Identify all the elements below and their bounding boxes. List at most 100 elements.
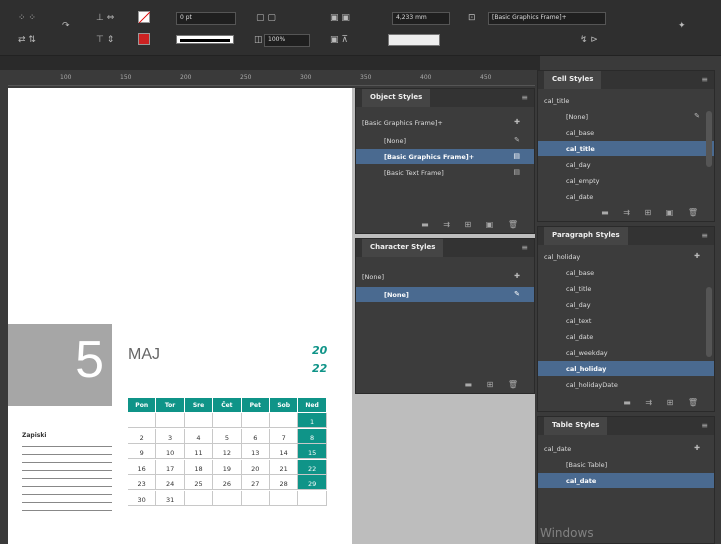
frame-fitting-icon[interactable]: ⊡ bbox=[468, 12, 476, 24]
text-wrap-icon[interactable]: ▣ ▣ bbox=[330, 12, 350, 24]
transform-icon[interactable]: ⇄ ⇅ bbox=[18, 34, 36, 46]
calendar-cell[interactable]: 3 bbox=[156, 428, 185, 444]
style-item-selected[interactable]: [None] bbox=[356, 287, 534, 302]
style-item[interactable]: [Basic Text Frame] bbox=[356, 165, 534, 180]
calendar-cell[interactable]: 25 bbox=[184, 475, 214, 490]
scrollbar[interactable] bbox=[706, 111, 712, 167]
table-styles-tab[interactable]: Table Styles bbox=[544, 417, 608, 435]
object-style-dropdown[interactable]: [Basic Graphics Frame]+ bbox=[488, 12, 606, 25]
calendar-cell[interactable]: 14 bbox=[270, 444, 299, 459]
calendar-cell[interactable]: 4 bbox=[184, 428, 214, 444]
rotate-icon[interactable]: ↷ bbox=[62, 20, 70, 32]
calendar-cell[interactable]: 15 bbox=[298, 444, 327, 459]
panel-footer[interactable]: ▬ ⊞ 🗑 bbox=[356, 377, 534, 393]
calendar-cell[interactable]: 19 bbox=[213, 459, 242, 475]
day-block[interactable]: 5 bbox=[8, 324, 112, 406]
calendar-cell[interactable] bbox=[184, 490, 214, 506]
calendar-cell[interactable]: 8 bbox=[298, 428, 327, 444]
calendar-cell[interactable]: 31 bbox=[156, 490, 185, 506]
style-item-selected[interactable]: cal_holiday bbox=[538, 361, 714, 376]
calendar-cell[interactable] bbox=[156, 413, 185, 428]
style-item[interactable]: cal_holidayDate bbox=[538, 377, 714, 392]
new-style-icon[interactable]: ✚ bbox=[694, 252, 700, 260]
style-item[interactable]: cal_date bbox=[538, 189, 714, 204]
calendar-cell[interactable]: 30 bbox=[128, 490, 157, 506]
style-item[interactable]: cal_base bbox=[538, 125, 714, 140]
calendar-cell[interactable]: 13 bbox=[241, 444, 270, 459]
calendar-cell[interactable]: 28 bbox=[270, 475, 299, 490]
calendar-cell[interactable] bbox=[184, 413, 214, 428]
calendar-cell[interactable] bbox=[128, 413, 157, 428]
calendar-cell[interactable]: 22 bbox=[298, 459, 327, 475]
calendar-cell[interactable]: 17 bbox=[156, 459, 185, 475]
calendar-cell[interactable]: 26 bbox=[213, 475, 242, 490]
align-icon[interactable]: ▣ ⊼ bbox=[330, 34, 348, 46]
stroke-type-dropdown[interactable] bbox=[176, 35, 234, 44]
calendar-cell[interactable] bbox=[241, 413, 270, 428]
calendar-cell[interactable] bbox=[213, 413, 242, 428]
style-item[interactable]: cal_title bbox=[538, 281, 714, 296]
style-item[interactable]: cal_date bbox=[538, 329, 714, 344]
style-item[interactable]: [Basic Table] bbox=[538, 457, 714, 472]
panel-footer[interactable]: ▬ ⇉ ⊞ 🗑 bbox=[538, 395, 714, 411]
object-styles-tab[interactable]: Object Styles bbox=[362, 89, 431, 107]
style-item-selected[interactable]: [Basic Graphics Frame]+ bbox=[356, 149, 534, 164]
style-item[interactable]: cal_day bbox=[538, 297, 714, 312]
panel-menu-icon[interactable]: ≡ bbox=[521, 243, 528, 252]
pin-icon[interactable]: ✦ bbox=[678, 20, 686, 32]
corner-options-icon[interactable]: ▢ ▢ bbox=[256, 12, 276, 24]
calendar-cell[interactable]: 7 bbox=[270, 428, 299, 444]
flip-horizontal-icon[interactable]: ⊥ ⇔ bbox=[96, 12, 114, 24]
panel-menu-icon[interactable]: ≡ bbox=[521, 93, 528, 102]
panel-menu-icon[interactable]: ≡ bbox=[701, 231, 708, 240]
calendar-cell[interactable] bbox=[213, 490, 242, 506]
calendar-cell[interactable]: 5 bbox=[213, 428, 242, 444]
calendar-cell[interactable]: 12 bbox=[213, 444, 242, 459]
calendar-cell[interactable]: 9 bbox=[128, 444, 157, 459]
quick-apply-icon[interactable]: ↯ ⊳ bbox=[580, 34, 598, 46]
calendar-cell[interactable]: 6 bbox=[241, 428, 270, 444]
panel-menu-icon[interactable]: ≡ bbox=[701, 75, 708, 84]
paragraph-styles-tab[interactable]: Paragraph Styles bbox=[544, 227, 628, 245]
calendar-cell[interactable]: 2 bbox=[128, 428, 157, 444]
calendar-cell[interactable] bbox=[270, 490, 299, 506]
calendar-cell[interactable]: 1 bbox=[298, 413, 327, 428]
calendar-cell[interactable]: 20 bbox=[241, 459, 270, 475]
calendar-cell[interactable]: 18 bbox=[184, 459, 214, 475]
calendar-cell[interactable]: 16 bbox=[128, 459, 157, 475]
calendar-cell[interactable] bbox=[270, 413, 299, 428]
flip-vertical-icon[interactable]: ⊤ ⇕ bbox=[96, 34, 114, 46]
calendar-cell[interactable]: 11 bbox=[184, 444, 214, 459]
calendar-cell[interactable]: 29 bbox=[298, 475, 327, 490]
style-item-selected[interactable]: cal_date bbox=[538, 473, 714, 488]
cell-styles-tab[interactable]: Cell Styles bbox=[544, 71, 602, 89]
stroke-swatch[interactable] bbox=[138, 33, 150, 45]
character-styles-tab[interactable]: Character Styles bbox=[362, 239, 444, 257]
calendar-cell[interactable] bbox=[298, 490, 327, 506]
style-item[interactable]: cal_weekday bbox=[538, 345, 714, 360]
opacity-icon[interactable]: ◫ bbox=[254, 34, 263, 46]
color-field[interactable] bbox=[388, 34, 440, 46]
calendar-cell[interactable]: 23 bbox=[128, 475, 157, 490]
style-item[interactable]: cal_day bbox=[538, 157, 714, 172]
opacity-field[interactable]: 100% bbox=[264, 34, 310, 47]
fill-swatch[interactable] bbox=[138, 11, 151, 24]
reference-point-icon[interactable]: ⁘ ⁘ bbox=[18, 12, 36, 24]
new-style-icon[interactable]: ✚ bbox=[514, 118, 520, 126]
style-item[interactable]: cal_text bbox=[538, 313, 714, 328]
calendar-cell[interactable]: 27 bbox=[241, 475, 270, 490]
panel-footer[interactable]: ▬ ⇉ ⊞ ▣ 🗑 bbox=[538, 205, 714, 221]
style-item[interactable]: cal_base bbox=[538, 265, 714, 280]
style-item-selected[interactable]: cal_title bbox=[538, 141, 714, 156]
scrollbar[interactable] bbox=[706, 287, 712, 357]
panel-menu-icon[interactable]: ≡ bbox=[701, 421, 708, 430]
width-field[interactable]: 4,233 mm bbox=[392, 12, 450, 25]
new-style-icon[interactable]: ✚ bbox=[514, 272, 520, 280]
calendar-cell[interactable] bbox=[241, 490, 270, 506]
calendar-cell[interactable]: 10 bbox=[156, 444, 185, 459]
style-item[interactable]: cal_empty bbox=[538, 173, 714, 188]
new-style-icon[interactable]: ✚ bbox=[694, 444, 700, 452]
stroke-weight-field[interactable]: 0 pt bbox=[176, 12, 236, 25]
calendar-cell[interactable]: 24 bbox=[156, 475, 185, 490]
style-item[interactable]: [None] bbox=[356, 133, 534, 148]
